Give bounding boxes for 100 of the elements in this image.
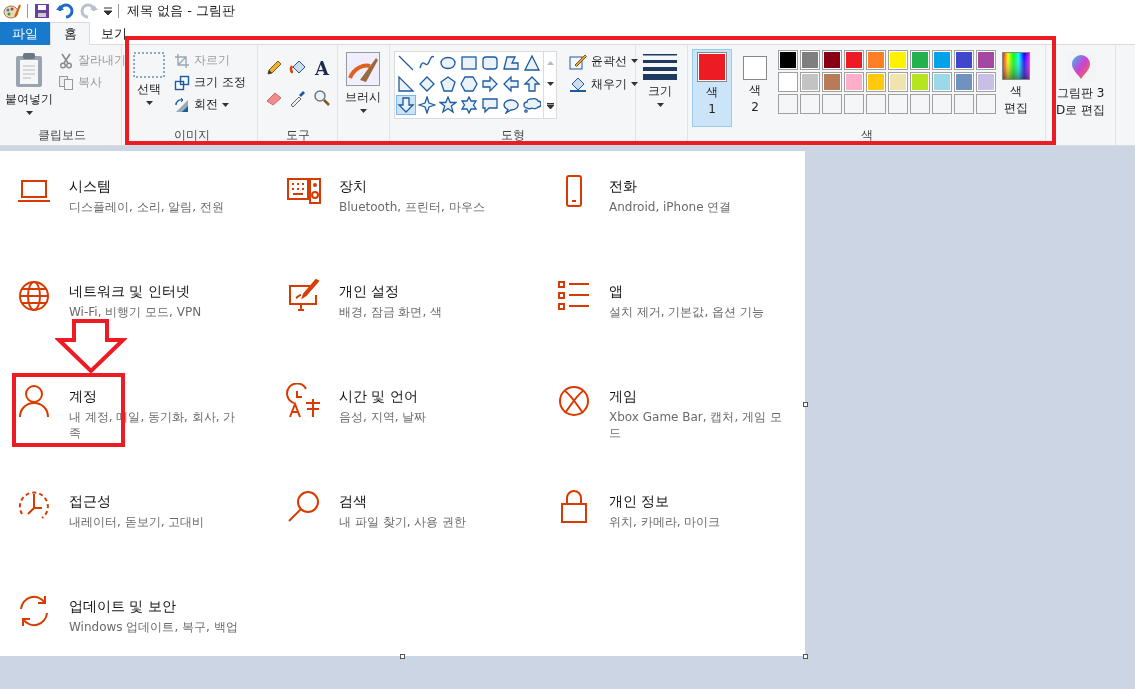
shape-option[interactable] xyxy=(438,74,458,94)
palette-swatch[interactable] xyxy=(932,50,952,70)
customize-menu-icon[interactable] xyxy=(104,7,112,15)
paint-app-icon[interactable] xyxy=(3,3,21,19)
palette-swatch[interactable] xyxy=(822,72,842,92)
shape-option[interactable] xyxy=(459,53,479,73)
color-slot-button[interactable]: 색 1 xyxy=(692,49,732,127)
shape-option[interactable] xyxy=(396,53,416,73)
select-button[interactable]: 선택 xyxy=(130,49,168,127)
resize-button[interactable]: 크기 조정 xyxy=(172,73,248,92)
palette-swatch[interactable] xyxy=(976,72,996,92)
palette-swatch[interactable] xyxy=(800,50,820,70)
setting-title[interactable]: 계정 xyxy=(69,388,245,406)
palette-swatch[interactable] xyxy=(910,50,930,70)
empty-swatch[interactable] xyxy=(778,94,798,114)
setting-title[interactable]: 검색 xyxy=(339,493,515,511)
empty-swatch[interactable] xyxy=(844,94,864,114)
empty-swatch[interactable] xyxy=(822,94,842,114)
palette-swatch[interactable] xyxy=(866,72,886,92)
shape-option[interactable] xyxy=(501,53,521,73)
setting-title[interactable]: 개인 정보 xyxy=(609,493,785,511)
palette-swatch[interactable] xyxy=(778,72,798,92)
left-arrow-shape-icon xyxy=(502,75,520,93)
shape-option[interactable] xyxy=(417,95,437,115)
palette-swatch[interactable] xyxy=(844,50,864,70)
shape-option[interactable] xyxy=(480,74,500,94)
setting-title[interactable]: 개인 설정 xyxy=(339,283,515,301)
shape-option[interactable] xyxy=(396,95,416,115)
shape-fill-button[interactable]: 채우기 xyxy=(567,74,640,94)
edit-colors-button[interactable]: 색 편집 xyxy=(999,49,1033,127)
color-slot-button[interactable]: 색 2 xyxy=(735,49,775,127)
setting-title[interactable]: 게임 xyxy=(609,388,785,406)
shape-option[interactable] xyxy=(501,74,521,94)
rotate-button[interactable]: 회전 xyxy=(172,95,248,114)
shape-option[interactable] xyxy=(459,74,479,94)
palette-swatch[interactable] xyxy=(976,50,996,70)
empty-swatch[interactable] xyxy=(888,94,908,114)
setting-title[interactable]: 장치 xyxy=(339,178,515,196)
palette-swatch[interactable] xyxy=(888,50,908,70)
setting-title[interactable]: 업데이트 및 보안 xyxy=(69,598,245,616)
expand-gallery-icon[interactable] xyxy=(546,103,554,110)
empty-swatch[interactable] xyxy=(954,94,974,114)
caret-icon xyxy=(656,103,664,107)
resize-handle[interactable] xyxy=(803,402,808,407)
shape-option[interactable] xyxy=(480,53,500,73)
caret-icon xyxy=(631,59,638,63)
resize-handle[interactable] xyxy=(400,654,405,659)
setting-title[interactable]: 시간 및 언어 xyxy=(339,388,515,406)
palette-swatch[interactable] xyxy=(932,72,952,92)
palette-swatch[interactable] xyxy=(822,50,842,70)
shape-option[interactable] xyxy=(396,74,416,94)
resize-handle[interactable] xyxy=(803,654,808,659)
undo-icon[interactable] xyxy=(56,3,74,19)
xbox-icon xyxy=(556,383,592,419)
setting-title[interactable]: 접근성 xyxy=(69,493,245,511)
outline-button[interactable]: 윤곽선 xyxy=(567,51,640,71)
palette-swatch[interactable] xyxy=(866,50,886,70)
shape-option[interactable] xyxy=(522,53,542,73)
palette-swatch[interactable] xyxy=(954,50,974,70)
triangle-shape-icon xyxy=(523,54,541,72)
caret-icon xyxy=(546,82,554,86)
color-picker-icon[interactable] xyxy=(289,89,307,107)
magnifier-icon[interactable] xyxy=(313,89,331,107)
empty-swatch[interactable] xyxy=(866,94,886,114)
shape-option[interactable] xyxy=(417,74,437,94)
ribbon-tab[interactable]: 보기 xyxy=(90,22,138,45)
save-icon[interactable] xyxy=(34,3,50,19)
size-button[interactable]: 크기 xyxy=(640,49,680,127)
palette-swatch[interactable] xyxy=(888,72,908,92)
palette-swatch[interactable] xyxy=(800,72,820,92)
empty-swatch[interactable] xyxy=(800,94,820,114)
pencil-icon[interactable] xyxy=(265,59,283,77)
color-spectrum-icon xyxy=(1002,52,1030,80)
brushes-button[interactable]: 브러시 xyxy=(342,49,384,127)
empty-swatch[interactable] xyxy=(932,94,952,114)
group-label: 도형 xyxy=(499,127,526,144)
empty-swatch[interactable] xyxy=(976,94,996,114)
palette-swatch[interactable] xyxy=(910,72,930,92)
paste-button[interactable]: 붙여넣기 xyxy=(2,49,56,127)
ribbon-tab[interactable]: 홈 xyxy=(50,22,90,45)
shape-option[interactable] xyxy=(438,95,458,115)
paint-3d-button[interactable]: 그림판 3D로 편집 xyxy=(1050,49,1112,145)
file-menu-button[interactable]: 파일 xyxy=(0,22,50,45)
setting-description: Bluetooth, 프린터, 마우스 xyxy=(339,199,486,215)
setting-title[interactable]: 전화 xyxy=(609,178,785,196)
setting-title[interactable]: 시스템 xyxy=(69,178,245,196)
text-tool[interactable]: A xyxy=(315,57,329,79)
setting-title[interactable]: 앱 xyxy=(609,283,785,301)
setting-title[interactable]: 네트워크 및 인터넷 xyxy=(69,283,245,301)
shape-option[interactable] xyxy=(522,95,542,115)
palette-swatch[interactable] xyxy=(844,72,864,92)
setting-description: 설치 제거, 기본값, 옵션 기능 xyxy=(609,304,765,320)
palette-swatch[interactable] xyxy=(778,50,798,70)
empty-swatch[interactable] xyxy=(910,94,930,114)
palette-swatch[interactable] xyxy=(954,72,974,92)
shape-option[interactable] xyxy=(459,95,479,115)
shape-option[interactable] xyxy=(522,74,542,94)
shape-option[interactable] xyxy=(480,95,500,115)
globe-icon xyxy=(16,278,52,314)
setting-description: 내 파일 찾기, 사용 권한 xyxy=(339,514,468,530)
